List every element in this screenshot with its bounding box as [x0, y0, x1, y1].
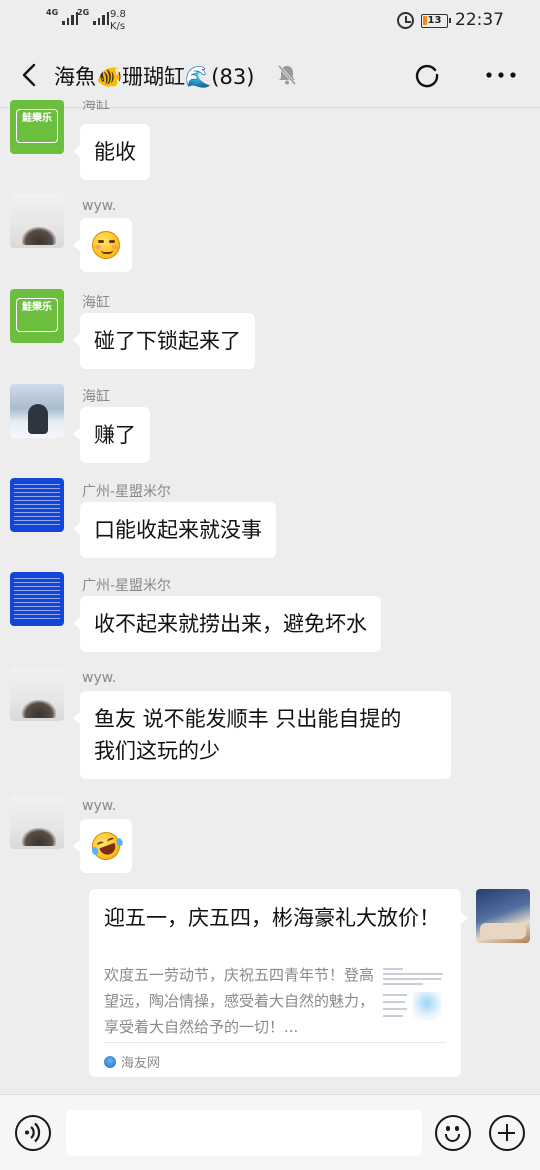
- alarm-icon: [397, 12, 414, 29]
- battery-level: 13: [427, 15, 442, 26]
- message-bubble[interactable]: [73, 819, 132, 873]
- message-input[interactable]: [66, 1110, 422, 1156]
- status-bar: 4G 2G 9.8 K/s 13 22:37: [0, 0, 540, 42]
- message-text: 碰了下锁起来了: [94, 329, 241, 353]
- rolling-laughing-emoji-icon: [88, 828, 124, 864]
- link-card-description: 欢度五一劳动节，庆祝五四青年节！登高望远，陶冶情操，感受着大自然的魅力，享受着大…: [104, 966, 375, 1036]
- message-bubble[interactable]: 收不起来就捞出来，避免坏水: [73, 596, 381, 652]
- battery-icon: 13: [421, 14, 451, 28]
- source-logo-icon: [104, 1056, 116, 1068]
- chat-header: 海魚🐠珊瑚缸🌊(83): [0, 42, 540, 108]
- avatar-me[interactable]: [476, 889, 530, 943]
- sender-name: 广州-星盟米尔: [82, 484, 172, 500]
- sender-name: 海缸: [82, 389, 110, 405]
- message-bubble[interactable]: 口能收起来就没事: [73, 502, 276, 558]
- smirk-emoji-icon: [92, 231, 120, 259]
- signal-sim2-icon: 2G: [77, 8, 110, 25]
- sim2-network-label: 2G: [77, 8, 90, 17]
- avatar-guangzhou-xingmeng[interactable]: [10, 572, 64, 626]
- avatar-logo: 鮭樂乐 ·: [16, 298, 58, 332]
- chat-title: 海魚🐠珊瑚缸🌊(83): [54, 65, 255, 89]
- status-time: 22:37: [455, 10, 504, 30]
- avatar-wyw[interactable]: [10, 667, 64, 721]
- message-text: 收不起来就捞出来，避免坏水: [94, 612, 367, 636]
- message-text-line: 我们这玩的少: [94, 739, 220, 763]
- input-bar: [0, 1094, 540, 1170]
- avatar-wyw[interactable]: [10, 194, 64, 248]
- back-arrow-icon[interactable]: [20, 63, 40, 87]
- message-bubble[interactable]: 鱼友 说不能发顺丰 只出能自提的 我们这玩的少: [73, 691, 451, 779]
- signal-sim1-icon: 4G: [46, 8, 79, 25]
- network-speed-unit: K/s: [110, 21, 126, 32]
- link-card-thumbnail: [381, 964, 447, 1028]
- avatar-logo: 鮭樂乐 ·: [16, 109, 58, 143]
- message-text-line: 鱼友 说不能发顺丰 只出能自提的: [94, 707, 402, 731]
- avatar-haigang-2[interactable]: [10, 384, 64, 438]
- network-speed: 9.8 K/s: [110, 9, 126, 33]
- voice-input-icon[interactable]: [15, 1115, 51, 1151]
- message-text: 口能收起来就没事: [94, 518, 262, 542]
- message-text: 赚了: [94, 423, 136, 447]
- message-text: 能收: [94, 140, 136, 164]
- link-card-title: 迎五一，庆五四，彬海豪礼大放价！: [104, 906, 440, 930]
- refresh-icon[interactable]: [414, 62, 440, 88]
- message-bubble[interactable]: 赚了: [73, 407, 150, 463]
- more-functions-plus-icon[interactable]: [489, 1115, 525, 1151]
- avatar-guangzhou-xingmeng[interactable]: [10, 478, 64, 532]
- sender-name: wyw.: [82, 670, 117, 686]
- sender-name: 广州-星盟米尔: [82, 578, 172, 594]
- message-bubble[interactable]: 碰了下锁起来了: [73, 313, 255, 369]
- sender-name: 海缸: [82, 100, 110, 112]
- sender-name: wyw.: [82, 198, 117, 214]
- more-options-icon[interactable]: [486, 72, 516, 78]
- avatar-haigang[interactable]: 鮭樂乐 ·: [10, 100, 64, 154]
- sender-name: wyw.: [82, 798, 117, 814]
- message-bubble[interactable]: [73, 218, 132, 272]
- link-card-source: 海友网: [121, 1056, 161, 1071]
- sender-name: 海缸: [82, 295, 110, 311]
- mute-bell-icon: [277, 65, 297, 85]
- sim1-network-label: 4G: [46, 8, 59, 17]
- link-card-divider: [104, 1042, 446, 1043]
- shared-link-card[interactable]: 迎五一，庆五四，彬海豪礼大放价！ 欢度五一劳动节，庆祝五四青年节！登高望远，陶冶…: [89, 889, 468, 1077]
- network-speed-value: 9.8: [110, 9, 126, 20]
- avatar-haigang[interactable]: 鮭樂乐 ·: [10, 289, 64, 343]
- message-bubble[interactable]: 能收: [73, 124, 150, 180]
- emoji-picker-icon[interactable]: [435, 1115, 471, 1151]
- avatar-wyw[interactable]: [10, 795, 64, 849]
